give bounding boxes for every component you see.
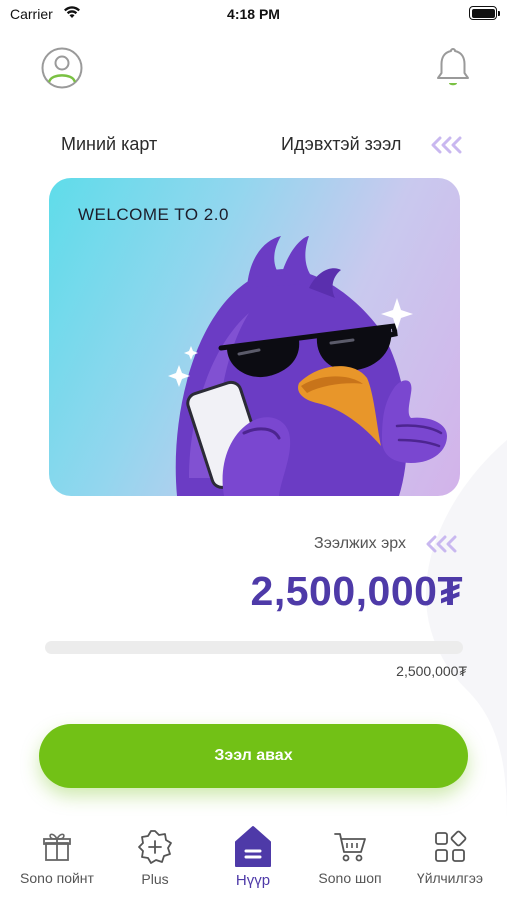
bottom-navigation: Sono пойнт Plus Нүүр Sono шоп Үйлчилгээ <box>0 820 507 900</box>
profile-avatar-button[interactable] <box>41 47 83 89</box>
chevron-left-icon[interactable] <box>425 535 461 553</box>
status-bar: Carrier 4:18 PM <box>0 0 507 28</box>
battery-icon <box>469 6 500 20</box>
home-icon <box>235 826 271 867</box>
credit-progress-caption: 2,500,000₮ <box>396 663 467 679</box>
nav-label: Нүүр <box>235 872 271 889</box>
nav-label: Үйлчилгээ <box>416 870 484 886</box>
nav-item-plus[interactable]: Plus <box>105 820 205 900</box>
cart-icon <box>334 833 366 862</box>
nav-label: Sono шоп <box>318 870 382 886</box>
promo-card[interactable]: WELCOME TO 2.0 <box>49 178 460 496</box>
get-loan-button[interactable]: Зээл авах <box>39 724 468 788</box>
nav-label: Plus <box>141 871 169 887</box>
bell-icon <box>437 48 469 86</box>
user-avatar-icon <box>41 47 83 89</box>
notifications-button[interactable] <box>434 46 472 90</box>
status-time: 4:18 PM <box>227 6 280 22</box>
gift-icon <box>43 833 71 861</box>
nav-item-services[interactable]: Үйлчилгээ <box>400 820 500 900</box>
card-headline: WELCOME TO 2.0 <box>78 205 229 224</box>
nav-item-home[interactable]: Нүүр <box>203 820 303 900</box>
services-grid-icon <box>435 830 467 862</box>
credit-limit-amount: 2,500,000₮ <box>250 568 463 614</box>
tab-active-loan[interactable]: Идэвхтэй зээл <box>281 134 401 155</box>
mascot-bird-illustration <box>168 236 447 496</box>
credit-usage-progress-bar <box>45 641 463 654</box>
credit-limit-label: Зээлжих эрх <box>314 535 406 552</box>
nav-item-sono-points[interactable]: Sono пойнт <box>7 820 107 900</box>
plus-badge-icon <box>138 830 172 864</box>
nav-item-sono-shop[interactable]: Sono шоп <box>300 820 400 900</box>
get-loan-button-label: Зээл авах <box>214 747 293 764</box>
chevron-left-icon[interactable] <box>430 136 466 154</box>
nav-label: Sono пойнт <box>20 870 94 886</box>
tab-my-card[interactable]: Миний карт <box>61 134 157 155</box>
